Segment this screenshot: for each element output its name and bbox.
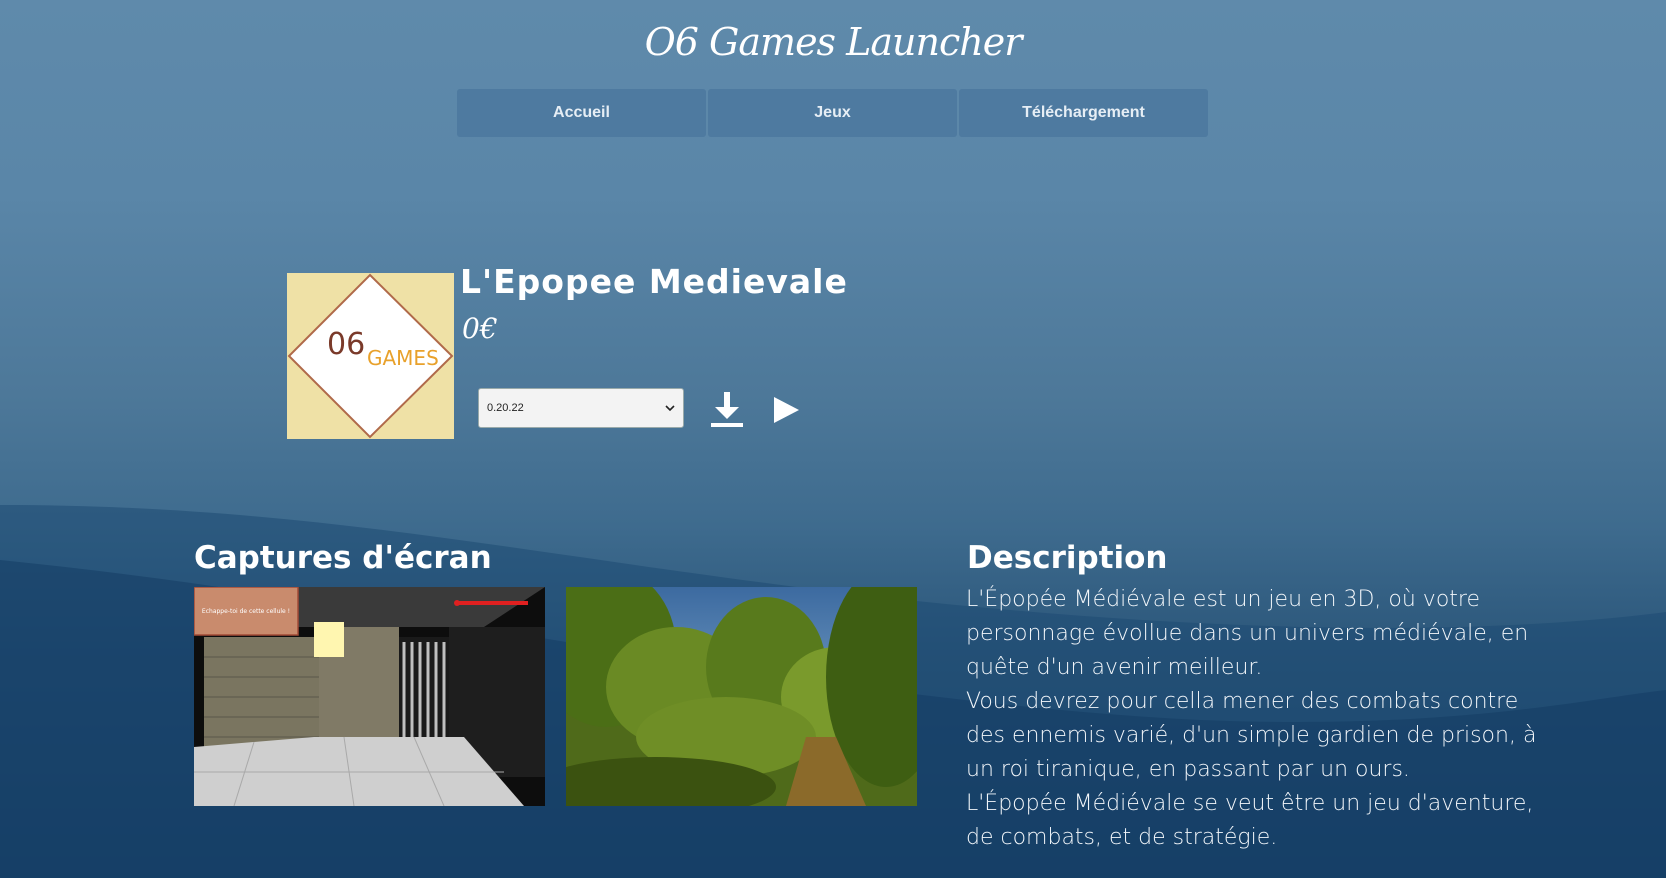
- nav-jeux[interactable]: Jeux: [708, 89, 957, 137]
- description-paragraph-1: L'Épopée Médiévale est un jeu en 3D, où …: [966, 587, 1529, 680]
- page: O6 Games Launcher Accueil Jeux Télécharg…: [0, 0, 1666, 878]
- app-title: O6 Games Launcher: [644, 20, 1023, 64]
- game-price: 0€: [462, 312, 498, 345]
- logo-text-games: GAMES: [367, 346, 439, 370]
- version-select[interactable]: 0.20.22: [478, 388, 684, 428]
- nav-telechargement[interactable]: Téléchargement: [959, 89, 1208, 137]
- description-title: Description: [967, 540, 1168, 576]
- description-paragraph-3: L'Épopée Médiévale se veut être un jeu d…: [966, 791, 1534, 850]
- version-select-value: 0.20.22: [487, 402, 524, 414]
- play-icon[interactable]: [771, 395, 801, 425]
- screenshot-1[interactable]: Echappe-toi de cette cellule !: [194, 587, 545, 806]
- game-logo: 06 GAMES: [287, 273, 454, 439]
- logo-text-06: 06: [327, 327, 365, 362]
- main-nav: Accueil Jeux Téléchargement: [457, 89, 1208, 137]
- download-icon[interactable]: [709, 390, 745, 428]
- nav-accueil[interactable]: Accueil: [457, 89, 706, 137]
- game-title: L'Epopee Medievale: [460, 262, 848, 301]
- description-text: L'Épopée Médiévale est un jeu en 3D, où …: [966, 583, 1556, 855]
- description-paragraph-2: Vous devrez pour cella mener des combats…: [966, 689, 1537, 782]
- chevron-down-icon: [665, 405, 675, 412]
- screenshot-2[interactable]: [566, 587, 917, 806]
- screenshot-1-caption: Echappe-toi de cette cellule !: [202, 608, 290, 615]
- screenshots-title: Captures d'écran: [194, 540, 492, 576]
